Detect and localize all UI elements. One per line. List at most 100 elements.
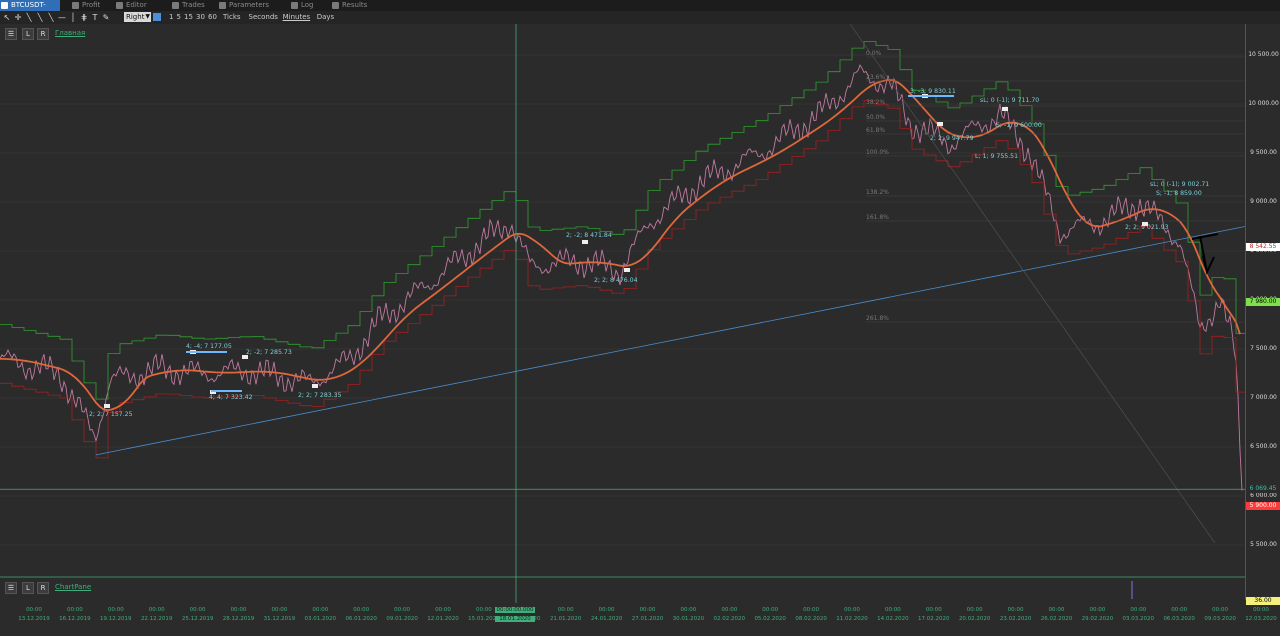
tab-btcusdt-10m[interactable]: BTCUSDT-10M [0, 0, 60, 20]
crosshair-icon[interactable]: ✛ [13, 12, 23, 23]
fib-level-label: 50.0% [866, 114, 885, 121]
chartpane-right-button[interactable]: R [37, 582, 49, 594]
timeframe-60[interactable]: 60 [208, 11, 217, 24]
color-swatch[interactable] [153, 13, 161, 21]
time-tick-date: 08.02.2020 [795, 616, 827, 622]
trade-marker[interactable] [937, 122, 943, 126]
unit-days[interactable]: Days [317, 11, 334, 24]
line-icon[interactable]: ╲ [24, 12, 34, 23]
trade-annotation: 2; 2; 8 476.04 [594, 277, 638, 284]
time-tick-date: 29.02.2020 [1081, 616, 1114, 622]
time-tick-date: 25.12.2019 [181, 616, 214, 622]
tab-icon [172, 2, 179, 9]
time-tick-date: 31.12.2019 [263, 616, 296, 622]
time-axis[interactable]: 00:00 13.12.2019 00:00 16.12.2019 00:00 19.12… [0, 603, 1277, 636]
time-tick-date: 19.12.2019 [100, 616, 132, 622]
time-tick-date: 23.02.2020 [999, 616, 1032, 622]
mode-select[interactable]: Right ▼ [124, 12, 151, 22]
chartpane-left-button[interactable]: L [22, 582, 34, 594]
time-tick-time: 00:00 [271, 607, 288, 613]
trade-annotation: sL; 0 (-1); 9 711.70 [980, 97, 1039, 104]
price-tick-label: 7 500.00 [1250, 345, 1277, 352]
tab-trades[interactable]: Trades [171, 0, 216, 11]
time-tick-time: 00:00 [312, 607, 329, 613]
tab-label: Profit [82, 1, 101, 9]
trade-marker[interactable] [624, 268, 630, 272]
time-tick-date: 20.02.2020 [958, 616, 991, 622]
tab-editor-script-[interactable]: Editor (Script) [115, 0, 169, 20]
fib-level-label: 100.0% [866, 149, 889, 156]
tab-label: Trades [182, 1, 205, 9]
vertical-line-icon[interactable]: │ [68, 12, 78, 23]
trade-marker[interactable] [242, 355, 248, 359]
fib-level-label: 0.0% [866, 50, 882, 57]
tab-icon [291, 2, 298, 9]
tab-icon [219, 2, 226, 9]
chartpane-name-link[interactable]: ChartPane [55, 583, 91, 591]
time-tick-date: 14.02.2020 [877, 616, 909, 622]
time-tick-time: 00:00 [762, 607, 779, 613]
unit-ticks[interactable]: Ticks [223, 11, 241, 24]
tab-parameters[interactable]: Parameters [218, 0, 288, 11]
price-tick-label: 9 000.00 [1250, 198, 1277, 205]
timeframe-5[interactable]: 5 [177, 11, 181, 24]
text-icon[interactable]: T [90, 12, 100, 23]
tab-icon [332, 2, 339, 9]
fib-level-label: 261.8% [866, 315, 889, 322]
unit-minutes[interactable]: Minutes [283, 11, 311, 24]
price-axis[interactable]: 10 500.0010 000.009 500.009 000.008 500.… [1245, 24, 1280, 605]
fib-level-label: 23.6% [866, 74, 885, 81]
tab-log[interactable]: Log [290, 0, 329, 11]
trade-marker[interactable] [312, 384, 318, 388]
time-tick-time: 00:00 [1089, 607, 1106, 613]
timeframe-1[interactable]: 1 [169, 11, 173, 24]
time-tick-time: 00:00 [557, 607, 574, 613]
trade-marker[interactable] [1142, 222, 1148, 226]
time-tick-date: 24.01.2020 [590, 616, 623, 622]
marker-icon[interactable]: ✎ [101, 12, 111, 23]
trade-annotation: 2; -2; 8 471.84 [566, 232, 612, 239]
time-tick-time: 00:00 [925, 607, 942, 613]
time-tick-date: 27.01.2020 [631, 616, 664, 622]
trade-marker[interactable] [1002, 107, 1008, 111]
trade-annotation: S; -1; 9 600.00 [996, 122, 1042, 129]
price-badge: 6 069.45 [1246, 485, 1280, 494]
trade-marker[interactable] [582, 240, 588, 244]
time-tick-date: 22.12.2019 [140, 616, 173, 622]
tab-label: Log [301, 1, 314, 9]
extended-line-icon[interactable]: ╲ [46, 12, 56, 23]
price-tick-label: 5 500.00 [1250, 541, 1277, 548]
channel-icon[interactable]: ⋕ [79, 12, 89, 23]
moving-average-line [0, 79, 1241, 412]
trade-marker[interactable] [104, 404, 110, 408]
price-tick-label: 10 500.00 [1248, 51, 1279, 58]
time-tick-date: 28.12.2019 [222, 616, 255, 622]
tab-icon [72, 2, 79, 9]
ray-icon[interactable]: ╲ [35, 12, 45, 23]
timeframe-15[interactable]: 15 [184, 11, 193, 24]
tab-label: Results [342, 1, 368, 9]
unit-seconds[interactable]: Seconds [249, 11, 278, 24]
time-tick-date: 06.01.2020 [345, 616, 377, 622]
trade-annotation: 3; -3; 9 830.11 [910, 88, 956, 95]
tab-icon [116, 2, 123, 9]
price-tick-label: 10 000.00 [1248, 100, 1279, 107]
time-tick-time: 00:00 [230, 607, 247, 613]
tab-label: Parameters [229, 1, 270, 9]
cursor-time-label: 00:00:00.000 [495, 607, 535, 613]
time-tick-time: 00:00 [1212, 607, 1229, 613]
cursor-icon[interactable]: ↖ [2, 12, 12, 23]
cursor-date-label: 18.01.2020 [495, 616, 535, 622]
price-badge: 8 542.55 [1246, 242, 1280, 251]
chartpane-menu-icon[interactable]: ☰ [5, 582, 17, 594]
timeframe-30[interactable]: 30 [196, 11, 205, 24]
time-tick-time: 00:00 [1048, 607, 1065, 613]
tab-profit[interactable]: Profit [71, 0, 113, 11]
price-badge: 36.00 [1246, 597, 1280, 605]
fib-level-label: 38.2% [866, 99, 885, 106]
price-chart[interactable]: 0.0% 23.6% 38.2% 50.0% 61.8% 100.0% 138.2% 161.… [0, 24, 1245, 604]
horizontal-line-icon[interactable]: — [57, 12, 67, 23]
drawing-toolbar: ↖ ✛ ╲ ╲ ╲ — │ ⋕ T ✎ Right ▼ 1 5 15 30 60 Ticks Seconds Minu… [0, 11, 1280, 24]
time-tick-time: 00:00 [966, 607, 983, 613]
tab-results[interactable]: Results [331, 0, 377, 11]
